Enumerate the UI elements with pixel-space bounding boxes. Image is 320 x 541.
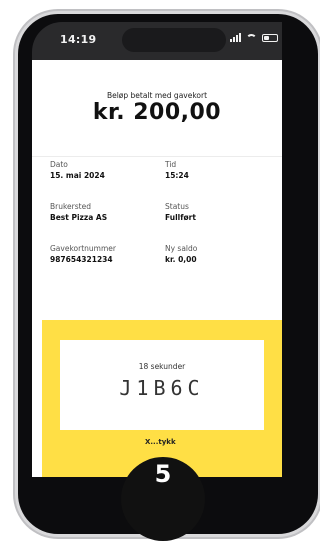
field-value: 15:24 [165,171,189,180]
field-value: 15. mai 2024 [50,171,105,180]
field-value: Fullført [165,213,196,222]
field-value: kr. 0,00 [165,255,197,264]
verification-code: J1B6C [119,376,205,400]
field-value: Best Pizza AS [50,213,108,222]
paid-amount: kr. 200,00 [92,100,222,125]
wifi-icon [246,33,257,42]
step-badge: 5 [121,457,205,541]
code-box: 18 sekunder J1B6C [60,340,264,430]
field-giftcard-number: Gavekortnummer 987654321234 [50,244,116,264]
field-date: Dato 15. mai 2024 [50,160,105,180]
signal-icon [230,33,241,42]
field-label: Tid [165,160,177,169]
bottom-label: X...tykk [145,438,176,446]
field-label: Brukersted [50,202,91,211]
field-label: Ny saldo [165,244,198,253]
dynamic-island [122,28,226,52]
status-time: 14:19 [60,33,97,46]
countdown-text: 18 sekunder [138,362,186,371]
field-label: Gavekortnummer [50,244,116,253]
field-label: Status [165,202,189,211]
field-time: Tid 15:24 [165,160,189,180]
field-status: Status Fullført [165,202,196,222]
amount-subtitle: Beløp betalt med gavekort [106,91,208,100]
field-value: 987654321234 [50,255,113,264]
battery-icon [262,33,278,42]
field-merchant: Brukersted Best Pizza AS [50,202,107,222]
field-new-balance: Ny saldo kr. 0,00 [165,244,197,264]
step-number: 5 [154,460,172,488]
amount-card: Beløp betalt med gavekort kr. 200,00 [32,60,282,157]
status-bar: 14:19 [32,22,282,60]
status-icons [230,33,278,42]
field-label: Dato [50,160,68,169]
